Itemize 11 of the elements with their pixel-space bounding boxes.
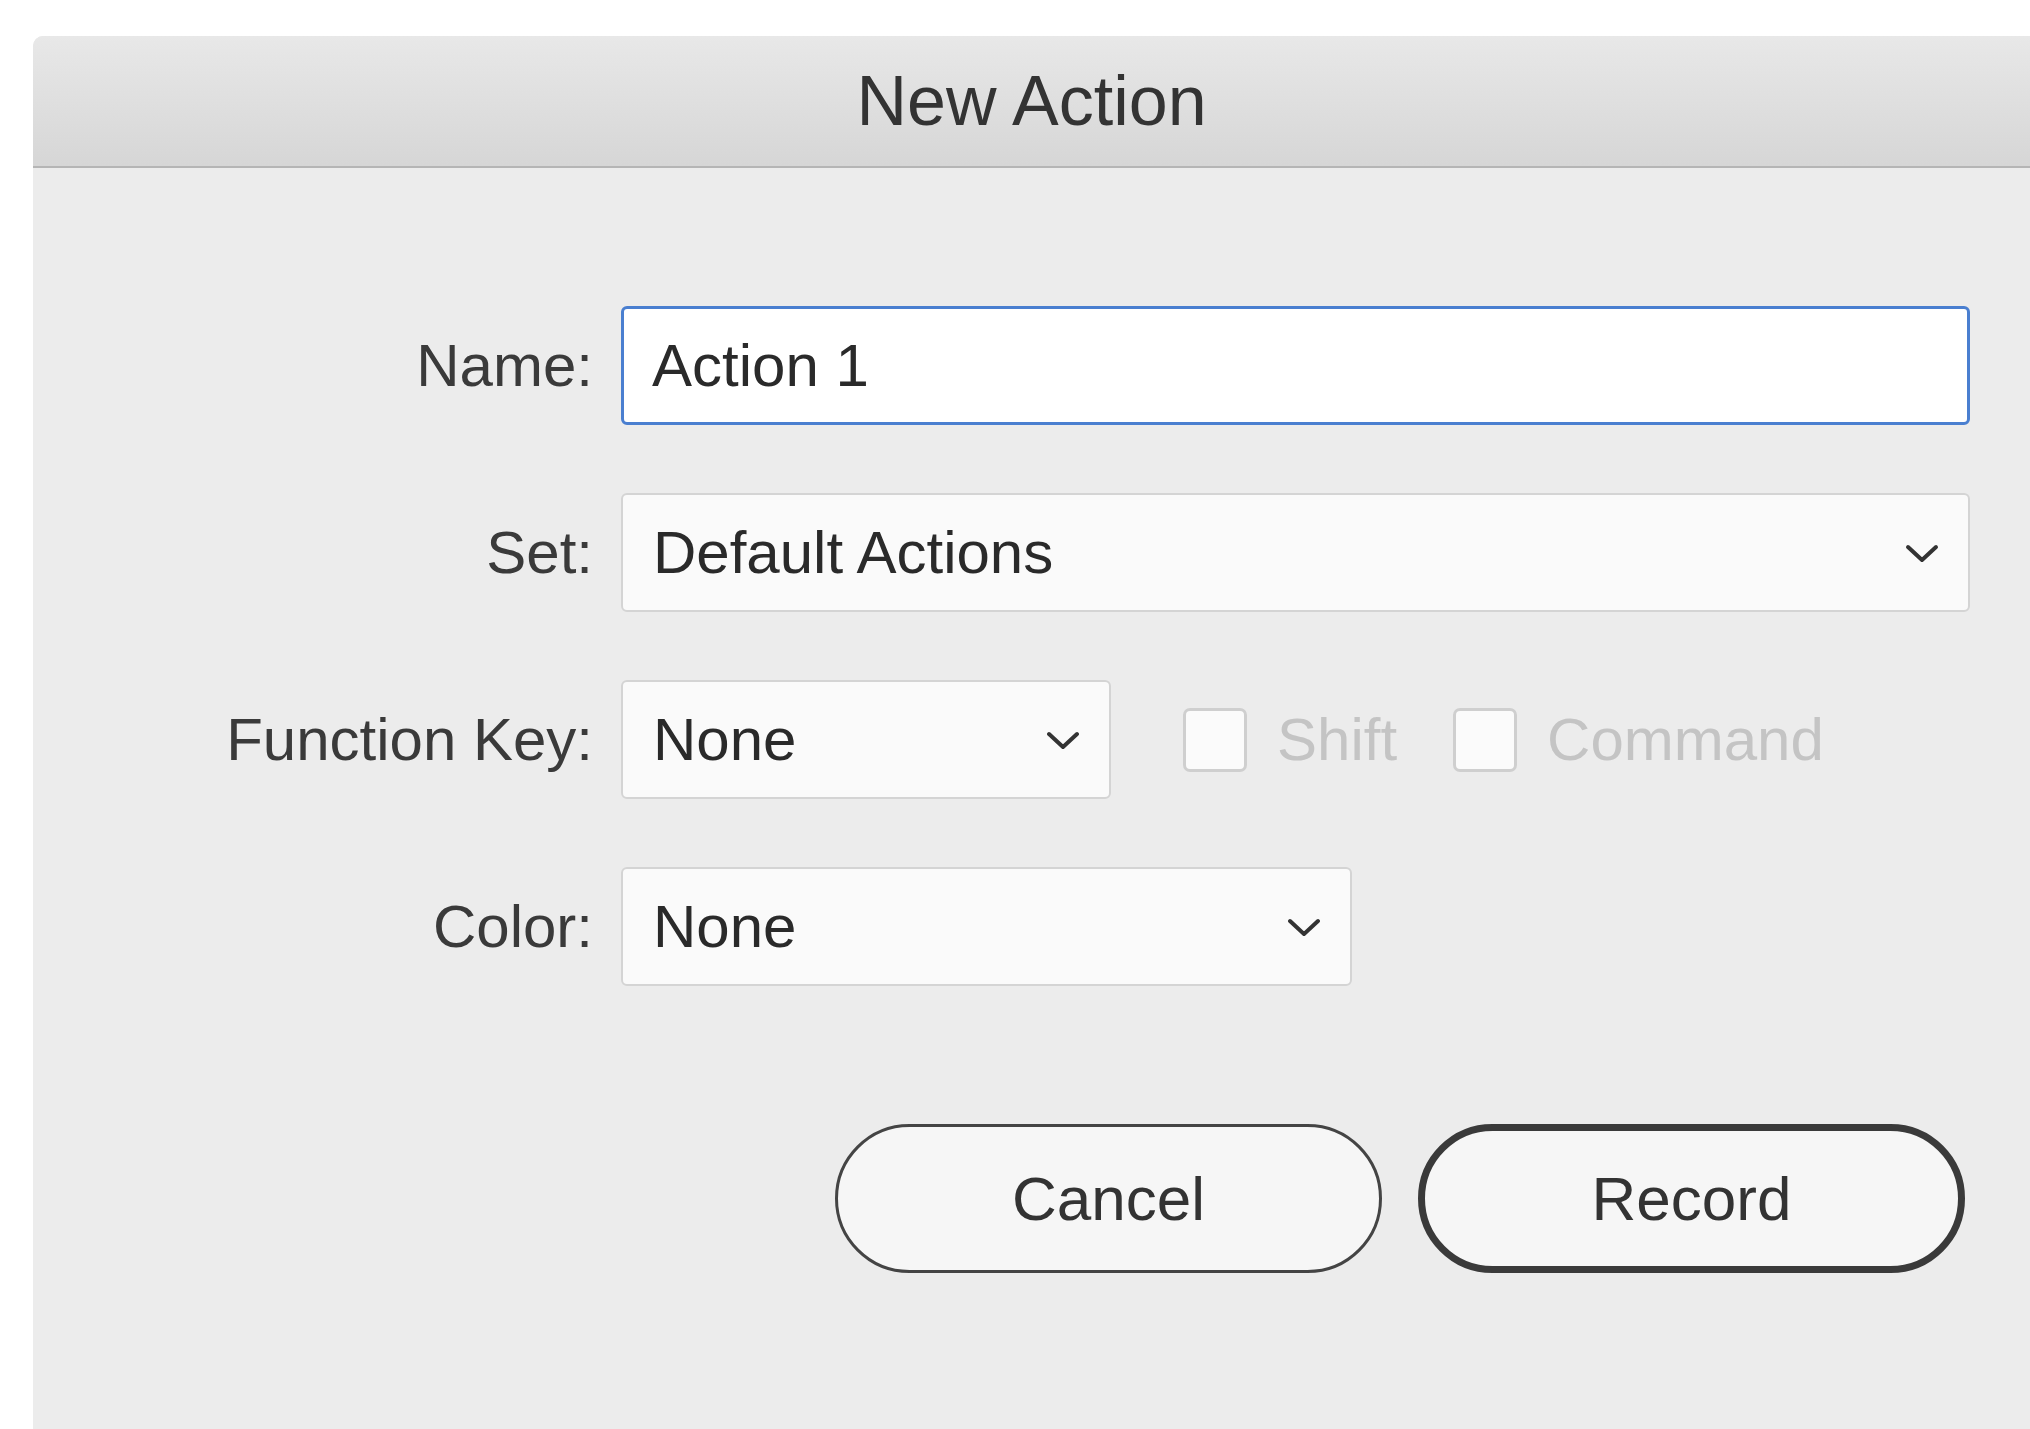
field-label: Name: xyxy=(415,331,594,400)
field-label: Color: xyxy=(431,892,594,961)
field-label: Set: xyxy=(485,518,594,587)
cancel-button[interactable]: Cancel xyxy=(835,1124,1382,1273)
dropdown[interactable]: None xyxy=(621,867,1352,986)
dropdown[interactable]: None xyxy=(621,680,1111,799)
record-button[interactable]: Record xyxy=(1418,1124,1965,1273)
name-input-field[interactable]: Action 1 xyxy=(621,306,1970,425)
window-title: New Action xyxy=(856,61,1207,141)
field-label: Function Key: xyxy=(225,705,594,774)
dropdown[interactable]: Default Actions xyxy=(621,493,1970,612)
